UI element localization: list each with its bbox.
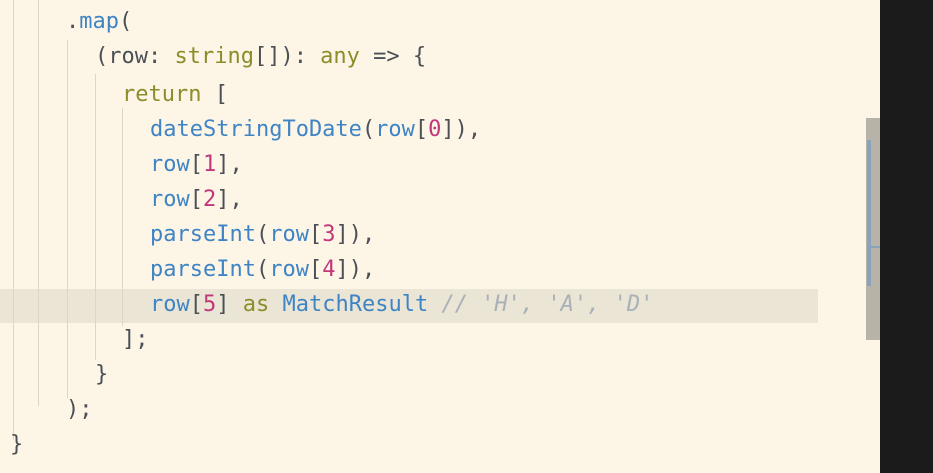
code-token: : — [147, 44, 162, 69]
code-line[interactable]: dateStringToDate(row[0]), — [150, 113, 481, 147]
code-token: row — [150, 292, 190, 317]
code-line[interactable]: parseInt(row[4]), — [150, 253, 375, 287]
code-token: row — [375, 117, 415, 142]
code-editor[interactable]: .map((row: string[]): any => {return [da… — [0, 0, 880, 473]
scrollbar-marker — [871, 246, 880, 248]
code-token: 0 — [428, 117, 442, 142]
code-token: . — [66, 9, 80, 34]
code-token: (row — [95, 44, 148, 69]
code-token: ], — [216, 187, 243, 212]
code-line[interactable]: return [ — [122, 78, 228, 112]
code-token: row — [269, 257, 309, 282]
code-token: row — [150, 152, 190, 177]
code-token: 4 — [322, 257, 336, 282]
code-line[interactable]: } — [10, 428, 23, 462]
code-token: string — [161, 44, 254, 69]
code-token: ( — [119, 9, 133, 34]
code-token: ( — [361, 117, 376, 142]
code-token: [ — [308, 222, 323, 247]
code-token: [ — [308, 257, 323, 282]
code-token: // 'H', 'A', 'D' — [428, 292, 654, 317]
code-token: [ — [414, 117, 429, 142]
indent-guide — [95, 74, 96, 360]
code-token: ], — [216, 152, 243, 177]
code-token: ]; — [122, 327, 149, 352]
code-line[interactable]: parseInt(row[3]), — [150, 218, 375, 252]
code-token: ]), — [335, 222, 376, 247]
indent-guide — [38, 0, 39, 406]
code-token: ( — [255, 257, 270, 282]
code-line[interactable]: row[1], — [150, 148, 243, 182]
side-panel — [880, 0, 933, 473]
code-token: } — [10, 432, 24, 457]
code-token: [ — [189, 187, 203, 212]
code-token: 5 — [203, 292, 217, 317]
code-line[interactable]: (row: string[]): any => { — [95, 40, 426, 74]
code-token: } — [95, 362, 109, 387]
code-token: [ — [189, 152, 203, 177]
code-token: dateStringToDate — [150, 117, 362, 142]
indent-guide — [67, 40, 68, 398]
code-token: as — [229, 292, 270, 317]
code-token: return — [122, 82, 202, 107]
code-token: ]), — [335, 257, 376, 282]
code-token: 1 — [203, 152, 217, 177]
code-token: parseInt — [150, 257, 256, 282]
code-line[interactable]: .map( — [66, 5, 132, 39]
code-token: [ — [201, 82, 228, 107]
code-token: map — [79, 9, 119, 34]
code-token: [ — [189, 292, 203, 317]
indent-guide — [13, 0, 14, 440]
code-token: ] — [216, 292, 230, 317]
code-line[interactable]: ]; — [122, 323, 149, 357]
code-token: row — [269, 222, 309, 247]
indent-guide — [122, 108, 123, 326]
code-line[interactable]: row[5] as MatchResult // 'H', 'A', 'D' — [150, 288, 653, 322]
code-line[interactable]: ); — [66, 393, 93, 427]
code-token: row — [150, 187, 190, 212]
code-token: parseInt — [150, 222, 256, 247]
code-token: ]), — [441, 117, 482, 142]
code-line[interactable]: row[2], — [150, 183, 243, 217]
code-token: ); — [66, 397, 93, 422]
code-token: any — [306, 44, 360, 69]
code-token: => { — [359, 44, 427, 69]
code-token: 3 — [322, 222, 336, 247]
code-line[interactable]: } — [95, 358, 108, 392]
code-token: ( — [255, 222, 270, 247]
scrollbar-thumb[interactable] — [867, 140, 871, 286]
code-token: MatchResult — [269, 292, 429, 317]
code-token: 2 — [203, 187, 217, 212]
code-token: []): — [253, 44, 307, 69]
